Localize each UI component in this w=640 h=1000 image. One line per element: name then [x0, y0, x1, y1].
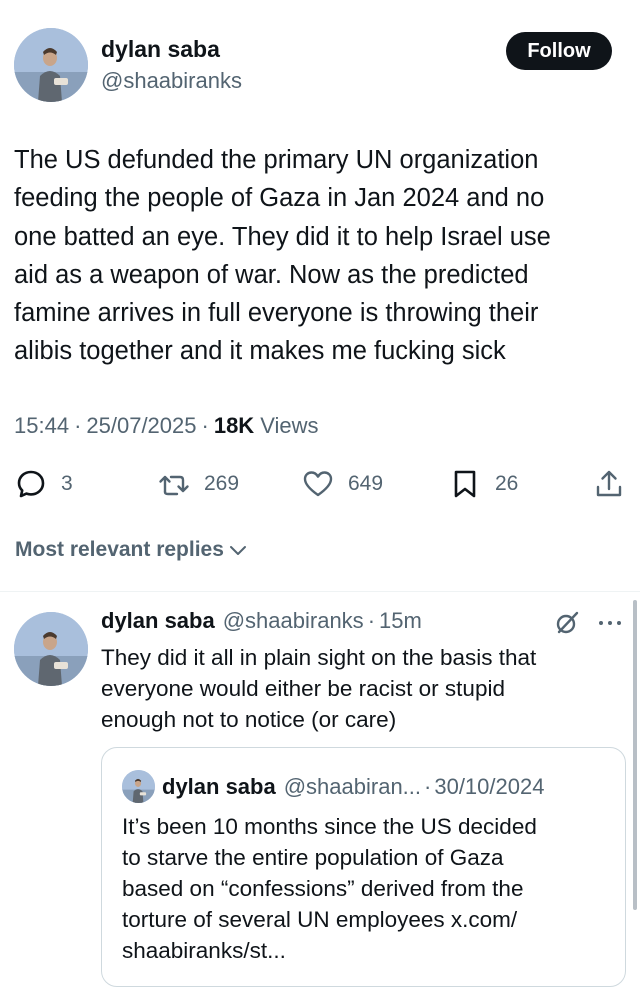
reply-author-name[interactable]: dylan saba	[101, 608, 215, 634]
quoted-separator: ·	[424, 774, 432, 799]
grok-icon[interactable]	[553, 609, 581, 637]
bookmark-button[interactable]: 26	[449, 466, 518, 502]
meta-separator: ·	[201, 413, 209, 438]
avatar-photo-icon	[14, 28, 88, 102]
bookmark-icon	[454, 470, 476, 498]
reply-separator: ·	[367, 608, 376, 633]
quoted-author-name: dylan saba	[162, 774, 276, 799]
retweet-button[interactable]: 269	[158, 466, 239, 502]
author-handle[interactable]: @shaabiranks	[101, 68, 242, 94]
follow-button[interactable]: Follow	[506, 32, 612, 70]
reply-author-handle[interactable]: @shaabiranks	[223, 608, 364, 634]
like-button[interactable]: 649	[302, 466, 383, 502]
share-button[interactable]	[593, 466, 625, 502]
quoted-tweet-text: It’s been 10 months since the US decided…	[122, 814, 537, 963]
bookmark-count: 26	[495, 472, 519, 495]
author-avatar[interactable]	[14, 28, 88, 102]
avatar-photo-icon	[122, 770, 155, 803]
sort-replies-dropdown[interactable]: Most relevant replies	[15, 538, 248, 562]
retweet-count: 269	[204, 472, 240, 495]
chevron-down-icon	[229, 546, 246, 555]
quoted-date: 30/10/2024	[434, 774, 545, 799]
reply-text: They did it all in plain sight on the ba…	[101, 645, 537, 732]
reply-header: dylan saba @shaabiranks · 15m	[101, 608, 422, 634]
retweet-arrows-icon	[159, 475, 189, 496]
sort-label: Most relevant replies	[15, 538, 224, 561]
tweet-time[interactable]: 15:44	[14, 413, 69, 439]
author-name[interactable]: dylan saba	[101, 36, 220, 63]
section-divider	[0, 591, 640, 592]
quoted-author-avatar	[122, 770, 155, 803]
reply-button[interactable]: 3	[15, 466, 73, 502]
like-count: 649	[348, 472, 384, 495]
tweet-date[interactable]: 25/07/2025	[86, 413, 196, 439]
reply-time[interactable]: 15m	[379, 608, 422, 634]
quoted-tweet-header: dylan saba @shaabiran... · 30/10/2024	[162, 774, 544, 800]
quoted-tweet-card[interactable]: dylan saba @shaabiran... · 30/10/2024 It…	[101, 747, 626, 987]
tweet-text: The US defunded the primary UN organizat…	[14, 146, 551, 366]
speech-bubble-icon	[17, 470, 45, 498]
avatar-photo-icon	[14, 612, 88, 686]
views-label[interactable]: Views	[260, 413, 318, 439]
views-count[interactable]: 18K	[214, 413, 254, 439]
scrollbar[interactable]	[633, 600, 637, 910]
quoted-author-handle: @shaabiran...	[283, 774, 422, 799]
meta-separator: ·	[74, 413, 82, 438]
heart-icon	[303, 471, 333, 497]
share-upload-icon	[596, 470, 622, 497]
reply-author-avatar[interactable]	[14, 612, 88, 686]
more-dots-icon[interactable]	[596, 612, 624, 634]
reply-count: 3	[61, 472, 73, 495]
tweet-meta: 15:44 · 25/07/2025 · 18K Views	[14, 413, 318, 439]
